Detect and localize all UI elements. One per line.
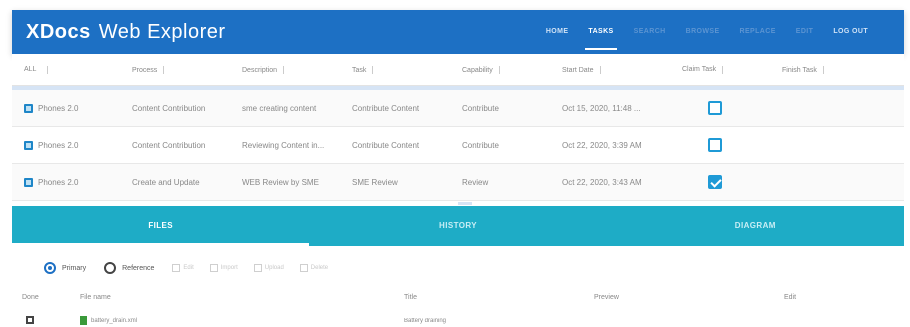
tasks-table-header: ALL Process Description Task Capability …: [12, 54, 904, 86]
col-capability-label: Capability: [462, 66, 493, 74]
task-process: Create and Update: [132, 177, 200, 187]
col-finish-task-label: Finish Task: [782, 66, 817, 74]
task-name: Contribute Content: [352, 103, 420, 113]
task-doc: Phones 2.0: [38, 103, 79, 113]
files-toolbar: Primary Reference Edit Import Upload Del…: [12, 254, 904, 282]
col-process-label: Process: [132, 66, 158, 74]
col-description-label: Description: [242, 66, 278, 74]
tab-files[interactable]: FILES: [12, 206, 310, 246]
files-table-header: Done File name Title Preview Edit: [12, 290, 904, 304]
upload-label: Upload: [264, 265, 284, 271]
col-task[interactable]: Task: [352, 65, 462, 74]
tasks-table: ALL Process Description Task Capability …: [12, 54, 904, 206]
file-title: Battery draining: [404, 317, 447, 324]
brand-bold: XDocs: [26, 20, 91, 43]
done-checkbox[interactable]: [26, 315, 34, 324]
file-icon: [80, 316, 87, 325]
task-capability: Contribute: [462, 103, 499, 113]
reference-radio-label: Reference: [122, 264, 155, 272]
file-name: battery_drain.xml: [91, 318, 138, 325]
edit-icon: [172, 264, 181, 272]
col-all-label: ALL: [24, 66, 37, 73]
delete-button[interactable]: Delete: [299, 264, 329, 272]
col-title[interactable]: Title: [404, 294, 594, 301]
task-capability: Review: [462, 177, 489, 187]
task-capability: Contribute: [462, 140, 499, 150]
app-title: XDocs Web Explorer: [26, 21, 226, 44]
document-icon: [24, 140, 33, 150]
task-name: SME Review: [352, 177, 398, 187]
top-nav: HOME TASKS SEARCH BROWSE REPLACE EDIT LO…: [546, 10, 868, 54]
claim-task-checkbox[interactable]: [708, 138, 722, 152]
claim-task-checkbox[interactable]: [708, 101, 722, 115]
task-process: Content Contribution: [132, 103, 206, 113]
task-start-date: Oct 22, 2020, 3:43 AM: [562, 177, 642, 187]
nav-search[interactable]: SEARCH: [634, 10, 666, 54]
document-icon: [24, 103, 33, 113]
col-edit[interactable]: Edit: [784, 294, 904, 301]
nav-replace[interactable]: REPLACE: [740, 10, 776, 54]
edit-button[interactable]: Edit: [172, 264, 194, 272]
task-description: Reviewing Content in...: [242, 140, 325, 150]
col-file-name[interactable]: File name: [64, 294, 404, 301]
task-process: Content Contribution: [132, 140, 206, 150]
col-preview[interactable]: Preview: [594, 294, 784, 301]
col-finish-task[interactable]: Finish Task: [782, 65, 882, 74]
col-start-date[interactable]: Start Date: [562, 65, 682, 74]
col-claim-task[interactable]: Claim Task: [682, 65, 782, 74]
nav-logout[interactable]: LOG OUT: [833, 10, 868, 54]
delete-label: Delete: [310, 265, 329, 271]
import-label: Import: [220, 265, 238, 271]
nav-browse[interactable]: BROWSE: [686, 10, 720, 54]
nav-tasks[interactable]: TASKS: [585, 10, 617, 54]
task-start-date: Oct 22, 2020, 3:39 AM: [562, 140, 642, 150]
document-icon: [24, 177, 33, 187]
trash-icon: [299, 264, 308, 272]
detail-tabs: FILES HISTORY DIAGRAM: [12, 206, 904, 246]
task-row[interactable]: Phones 2.0 Content Contribution sme crea…: [12, 90, 904, 127]
col-task-label: Task: [352, 66, 367, 74]
brand-rest: Web Explorer: [98, 20, 226, 43]
import-icon: [209, 264, 218, 272]
col-done[interactable]: Done: [12, 294, 64, 301]
task-doc: Phones 2.0: [38, 177, 79, 187]
col-claim-task-label: Claim Task: [682, 65, 717, 73]
col-capability[interactable]: Capability: [462, 65, 562, 74]
nav-home[interactable]: HOME: [546, 10, 569, 54]
edit-label: Edit: [183, 265, 194, 271]
primary-radio[interactable]: [44, 262, 56, 274]
resize-handle[interactable]: [458, 202, 472, 205]
reference-radio[interactable]: [104, 262, 117, 274]
task-row[interactable]: Phones 2.0 Create and Update WEB Review …: [12, 164, 904, 201]
upload-icon: [253, 264, 262, 272]
col-start-date-label: Start Date: [562, 66, 594, 74]
col-all[interactable]: ALL: [12, 65, 132, 74]
task-row[interactable]: Phones 2.0 Content Contribution Reviewin…: [12, 127, 904, 164]
col-description[interactable]: Description: [242, 65, 352, 74]
task-start-date: Oct 15, 2020, 11:48 ...: [562, 103, 641, 113]
task-description: sme creating content: [242, 103, 317, 113]
primary-radio-label: Primary: [62, 264, 87, 272]
tab-history[interactable]: HISTORY: [309, 206, 606, 246]
col-process[interactable]: Process: [132, 65, 242, 74]
task-description: WEB Review by SME: [242, 177, 319, 187]
app-header: XDocs Web Explorer HOME TASKS SEARCH BROW…: [12, 10, 904, 54]
upload-button[interactable]: Upload: [253, 264, 284, 272]
claim-task-checkbox-checked[interactable]: [708, 175, 722, 189]
import-button[interactable]: Import: [209, 264, 238, 272]
tab-diagram[interactable]: DIAGRAM: [607, 206, 904, 246]
task-name: Contribute Content: [352, 140, 420, 150]
file-row[interactable]: battery_drain.xml Battery draining: [12, 314, 904, 327]
nav-edit[interactable]: EDIT: [796, 10, 814, 54]
task-doc: Phones 2.0: [38, 140, 79, 150]
